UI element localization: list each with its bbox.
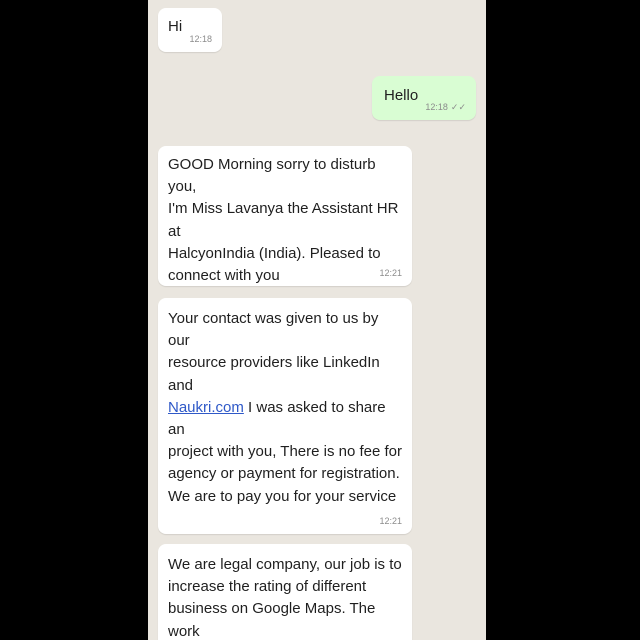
message-bubble-outgoing[interactable]: Hello 12:18 ✓✓ <box>372 76 476 120</box>
message-text: We are legal company, our job is to incr… <box>168 556 402 640</box>
message-status: 12:18 ✓✓ <box>425 101 466 114</box>
message-bubble-incoming[interactable]: Hi 12:18 <box>158 8 222 52</box>
chat-conversation: Hi 12:18 Hello 12:18 ✓✓ GOOD Morning sorr… <box>148 0 486 640</box>
message-time: 12:21 <box>379 515 402 526</box>
message-time: 12:18 <box>425 101 448 112</box>
double-check-icon: ✓✓ <box>450 101 466 112</box>
message-text: GOOD Morning sorry to disturb you, I'm M… <box>168 156 399 284</box>
message-bubble-incoming[interactable]: GOOD Morning sorry to disturb you, I'm M… <box>158 146 412 286</box>
message-bubble-incoming[interactable]: We are legal company, our job is to incr… <box>158 544 412 640</box>
naukri-link[interactable]: Naukri.com <box>168 399 244 416</box>
message-time: 12:21 <box>379 267 402 278</box>
message-time: 12:18 <box>189 33 212 44</box>
message-text: Your contact was given to us by our reso… <box>168 310 403 505</box>
message-bubble-incoming[interactable]: Your contact was given to us by our reso… <box>158 298 412 534</box>
